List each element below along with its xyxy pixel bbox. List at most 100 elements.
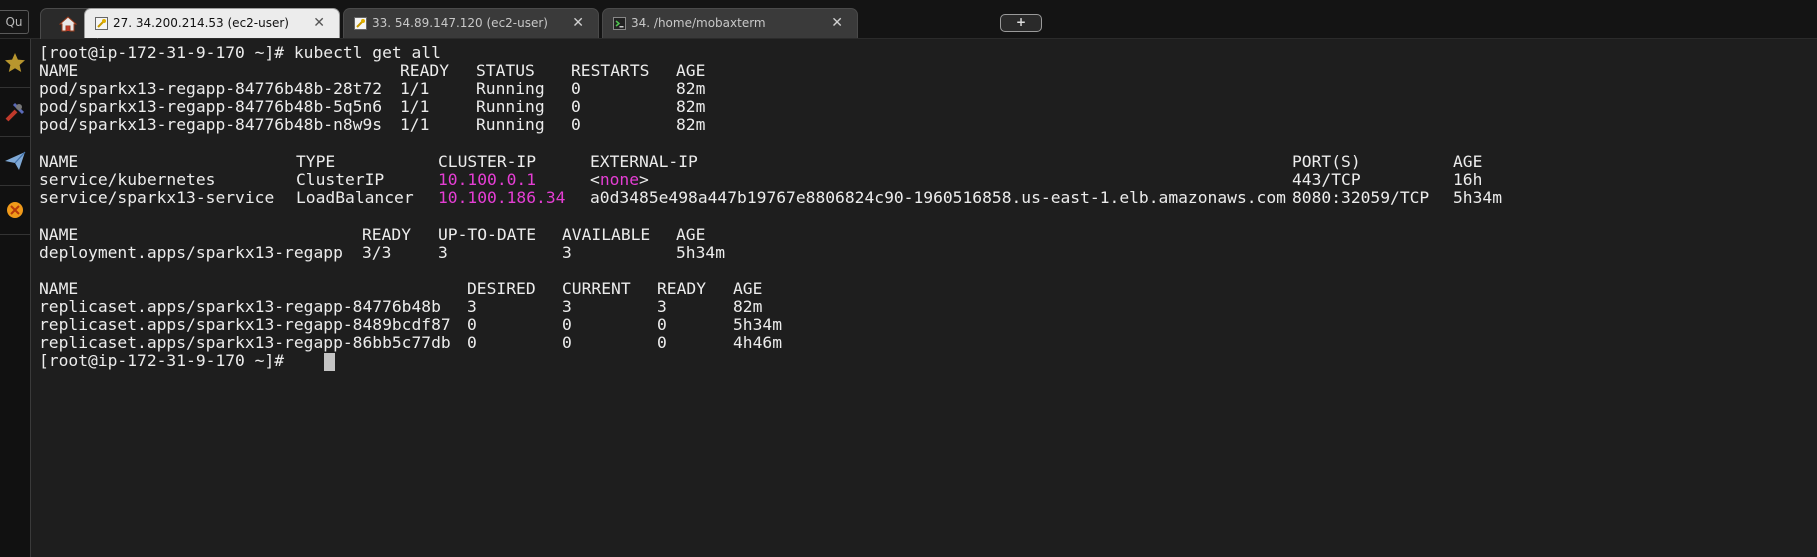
table-row: pod/sparkx13-regapp-84776b48b-n8w9s 1/1 … [39, 115, 705, 135]
header-ready: READY [657, 279, 707, 298]
close-icon[interactable]: ✕ [831, 15, 843, 31]
bracket-close: > [639, 170, 649, 189]
tab-label: 34. /home/mobaxterm [631, 16, 766, 30]
table-row: replicaset.apps/sparkx13-regapp-84776b48… [39, 297, 762, 317]
terminal-icon [613, 17, 626, 30]
shell-prompt: [root@ip-172-31-9-170 ~]# [39, 351, 285, 370]
new-tab-button[interactable]: + [1000, 14, 1042, 32]
table-row: service/kubernetes ClusterIP 10.100.0.1 … [39, 170, 1482, 190]
replicaset-current: 0 [562, 315, 572, 334]
terminal-output[interactable]: [root@ip-172-31-9-170 ~]# kubectl get al… [39, 43, 1817, 557]
replicaset-ready: 3 [657, 297, 667, 316]
service-age: 5h34m [1453, 188, 1503, 207]
service-type: ClusterIP [296, 170, 385, 189]
external-ip-none: none [599, 170, 640, 189]
replicaset-current: 3 [562, 297, 572, 316]
table-row: pod/sparkx13-regapp-84776b48b-5q5n6 1/1 … [39, 97, 705, 117]
tab-bar: Qu 27. 34.200.214.53 (ec2-user) ✕ 33. 54… [0, 0, 1817, 39]
pod-restarts: 0 [571, 115, 581, 134]
service-age: 16h [1453, 170, 1483, 189]
replicaset-ready: 0 [657, 315, 667, 334]
header-type: TYPE [296, 152, 336, 171]
header-ports: PORT(S) [1292, 152, 1361, 171]
replicaset-desired: 0 [467, 333, 477, 352]
header-age: AGE [733, 279, 763, 298]
key-icon [95, 17, 108, 30]
pod-name: pod/sparkx13-regapp-84776b48b-28t72 [39, 79, 383, 98]
text-cursor [324, 353, 335, 371]
external-ip: a0d3485e498a447b19767e8806824c90-1960516… [590, 188, 1286, 207]
pod-restarts: 0 [571, 97, 581, 116]
pod-age: 82m [676, 97, 706, 116]
header-name: NAME [39, 152, 79, 171]
header-ready: READY [400, 61, 450, 80]
sidebar-item-xserver[interactable] [0, 186, 30, 235]
star-icon [5, 53, 25, 72]
service-ports: 8080:32059/TCP [1292, 188, 1430, 207]
header-up-to-date: UP-TO-DATE [438, 225, 537, 244]
replicaset-age: 5h34m [733, 315, 783, 334]
pod-ready: 1/1 [400, 79, 430, 98]
header-age: AGE [676, 61, 706, 80]
replicaset-age: 82m [733, 297, 763, 316]
service-name: service/sparkx13-service [39, 188, 275, 207]
header-status: STATUS [476, 61, 535, 80]
table-row: replicaset.apps/sparkx13-regapp-86bb5c77… [39, 333, 782, 353]
header-current: CURRENT [562, 279, 631, 298]
header-cluster-ip: CLUSTER-IP [438, 152, 537, 171]
quick-connect-box[interactable]: Qu [0, 10, 29, 34]
header-age: AGE [1453, 152, 1483, 171]
deployment-ready: 3/3 [362, 243, 392, 262]
table-header: NAME DESIRED CURRENT READY AGE [39, 279, 762, 299]
close-icon[interactable]: ✕ [313, 15, 325, 31]
service-ports: 443/TCP [1292, 170, 1361, 189]
header-age: AGE [676, 225, 706, 244]
deployment-available: 3 [562, 243, 572, 262]
tab-session-27[interactable]: 27. 34.200.214.53 (ec2-user) ✕ [84, 8, 340, 38]
xserver-icon [7, 202, 23, 218]
replicaset-ready: 0 [657, 333, 667, 352]
replicaset-desired: 0 [467, 315, 477, 334]
send-icon [5, 151, 26, 170]
replicaset-name: replicaset.apps/sparkx13-regapp-86bb5c77… [39, 333, 451, 352]
header-name: NAME [39, 279, 79, 298]
table-header: NAME READY STATUS RESTARTS AGE [39, 61, 705, 81]
replicaset-age: 4h46m [733, 333, 783, 352]
sidebar-item-tools[interactable] [0, 88, 30, 137]
table-row: pod/sparkx13-regapp-84776b48b-28t72 1/1 … [39, 79, 705, 99]
tools-icon [5, 102, 25, 122]
header-ready: READY [362, 225, 412, 244]
tab-session-34[interactable]: 34. /home/mobaxterm ✕ [602, 8, 858, 38]
close-icon[interactable]: ✕ [572, 15, 584, 31]
table-header: NAME TYPE CLUSTER-IP EXTERNAL-IP PORT(S)… [39, 152, 1482, 172]
table-header: NAME READY UP-TO-DATE AVAILABLE AGE [39, 225, 705, 245]
home-icon [59, 16, 77, 32]
pod-status: Running [476, 115, 545, 134]
sidebar-item-macros[interactable] [0, 137, 30, 186]
deployment-age: 5h34m [676, 243, 726, 262]
replicaset-name: replicaset.apps/sparkx13-regapp-84776b48… [39, 297, 441, 316]
pod-age: 82m [676, 79, 706, 98]
pod-restarts: 0 [571, 79, 581, 98]
pod-age: 82m [676, 115, 706, 134]
header-restarts: RESTARTS [571, 61, 650, 80]
table-row: service/sparkx13-service LoadBalancer 10… [39, 188, 1502, 208]
header-available: AVAILABLE [562, 225, 651, 244]
service-type: LoadBalancer [296, 188, 414, 207]
bracket-open: < [590, 170, 600, 189]
cluster-ip: 10.100.186.34 [438, 188, 566, 207]
tab-session-33[interactable]: 33. 54.89.147.120 (ec2-user) ✕ [343, 8, 599, 38]
header-desired: DESIRED [467, 279, 536, 298]
prompt-line: [root@ip-172-31-9-170 ~]# [39, 351, 335, 371]
sidebar-item-sessions[interactable] [0, 39, 30, 88]
external-ip: <none> [590, 170, 649, 190]
cluster-ip: 10.100.0.1 [438, 170, 537, 189]
header-external-ip: EXTERNAL-IP [590, 152, 698, 171]
pod-status: Running [476, 79, 545, 98]
header-name: NAME [39, 61, 79, 80]
sidebar [0, 39, 31, 557]
pod-ready: 1/1 [400, 97, 430, 116]
deployment-up-to-date: 3 [438, 243, 448, 262]
replicaset-desired: 3 [467, 297, 477, 316]
pod-ready: 1/1 [400, 115, 430, 134]
